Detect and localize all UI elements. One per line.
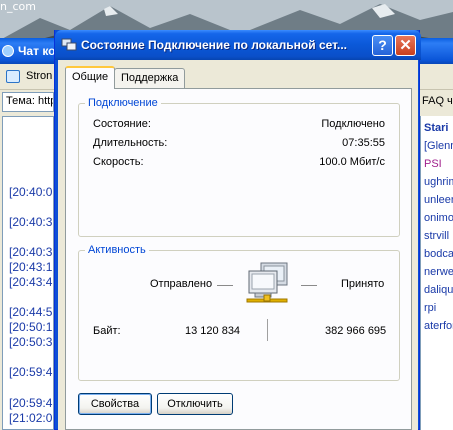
connection-group: Подключение Состояние: Подключено Длител…	[78, 97, 400, 237]
disable-button[interactable]: Отключить	[157, 393, 233, 415]
user-list-item[interactable]: [Glenn	[424, 140, 453, 152]
activity-group-title: Активность	[85, 244, 149, 256]
user-list-item[interactable]: nerwe	[424, 266, 453, 278]
desktop-icon-label[interactable]: n_com	[0, 0, 36, 13]
bytes-divider	[267, 319, 268, 341]
chat-timestamp: [20:59:4	[9, 396, 53, 410]
chat-timestamp: [20:43:1	[9, 260, 53, 274]
user-list-item[interactable]: aterfor	[424, 320, 453, 332]
dialog-title: Состояние Подключение по локальной сет..…	[81, 38, 347, 52]
chat-timestamp: [20:44:5	[9, 305, 53, 319]
sent-label: Отправлено	[150, 278, 213, 290]
user-list-item[interactable]: unleer]	[424, 194, 453, 206]
duration-label: Длительность:	[93, 137, 168, 149]
properties-button[interactable]: Свойства	[78, 393, 152, 415]
network-connection-icon	[61, 38, 77, 51]
user-list-item[interactable]: rpi	[424, 302, 436, 314]
duration-value: 07:35:55	[342, 137, 385, 149]
status-label: Состояние:	[93, 118, 151, 130]
speed-label: Скорость:	[93, 156, 144, 168]
chat-log[interactable]: [20:40:0 [20:40:3 [20:40:3 [20:43:1 [20:43:4…	[2, 116, 54, 430]
bytes-received-value: 382 966 695	[325, 325, 387, 337]
connection-status-dialog: Состояние Подключение по локальной сет..…	[54, 30, 421, 430]
chat-timestamp: [20:40:3	[9, 245, 53, 259]
status-value: Подключено	[321, 118, 385, 130]
activity-group: Активность Отправлено Принято Байт: 13 1…	[78, 244, 400, 381]
speed-value: 100.0 Мбит/с	[319, 156, 385, 168]
user-list-item[interactable]: daliqu	[424, 284, 453, 296]
user-list[interactable]: Stari [Glenn PSI ughrim unleer] onimoy strvill…	[420, 116, 453, 430]
chat-timestamp: [21:02:0	[9, 411, 53, 425]
received-label: Принято	[341, 278, 385, 290]
faq-tab[interactable]: FAQ ч	[420, 92, 453, 112]
tab-support[interactable]: Поддержка	[114, 68, 186, 88]
dialog-titlebar[interactable]: Состояние Подключение по локальной сет..…	[55, 30, 421, 60]
chat-timestamp: [20:50:3	[9, 335, 53, 349]
tab-panel-general: Подключение Состояние: Подключено Длител…	[65, 88, 412, 430]
network-computers-icon	[246, 262, 288, 303]
received-line	[301, 285, 317, 286]
bytes-label: Байт:	[93, 325, 121, 337]
chat-toolbar-label[interactable]: Stron	[26, 70, 52, 82]
user-list-item[interactable]: Stari	[424, 122, 448, 134]
help-button[interactable]: ?	[372, 35, 393, 56]
user-list-item[interactable]: ughrim	[424, 176, 453, 188]
chat-timestamp: [20:50:1	[9, 320, 53, 334]
sent-line	[217, 285, 233, 286]
bytes-sent-value: 13 120 834	[185, 325, 241, 337]
connection-group-title: Подключение	[85, 97, 161, 109]
chat-timestamp: [20:40:0	[9, 185, 53, 199]
chat-timestamp: [20:43:4	[9, 275, 53, 289]
user-list-item[interactable]: bodcat	[424, 248, 453, 260]
chat-window-title: Чат ко	[18, 44, 56, 58]
chat-app-icon	[2, 45, 14, 57]
user-list-item[interactable]: onimoy	[424, 212, 453, 224]
close-button[interactable]: ✕	[395, 35, 416, 56]
user-list-item[interactable]: PSI	[424, 158, 442, 170]
chat-bubble-icon[interactable]	[6, 70, 20, 83]
chat-timestamp: [20:40:3	[9, 215, 53, 229]
dialog-body: Общие Поддержка Подключение Состояние: П…	[58, 60, 418, 430]
chat-topic-field: Тема: http	[2, 92, 54, 112]
chat-timestamp: [20:59:4	[9, 365, 53, 379]
user-list-item[interactable]: strvill	[424, 230, 449, 242]
tab-general[interactable]: Общие	[65, 66, 116, 89]
